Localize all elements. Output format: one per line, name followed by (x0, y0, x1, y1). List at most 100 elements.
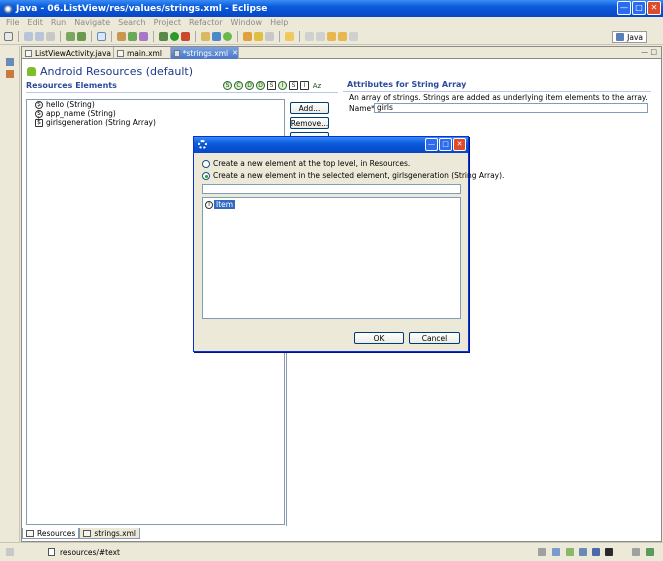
android-sdk-icon[interactable] (66, 32, 75, 41)
tab-strings-xml-source[interactable]: strings.xml (79, 528, 140, 539)
menu-refactor[interactable]: Refactor (189, 17, 223, 29)
annotation-icon[interactable] (285, 32, 294, 41)
maximize-button[interactable]: □ (632, 1, 646, 15)
android-icon (27, 67, 36, 76)
toolbar-separator (153, 31, 154, 42)
device-icon[interactable] (552, 548, 560, 556)
menu-file[interactable]: File (6, 17, 19, 29)
open-task-icon[interactable] (212, 32, 221, 41)
window-controls: — □ ✕ (617, 1, 661, 15)
restore-view-icon[interactable] (6, 58, 14, 66)
tree-item-app-name[interactable]: S app_name (String) (35, 109, 116, 118)
prev-annotation-icon[interactable] (316, 32, 325, 41)
resources-page-icon (26, 529, 34, 537)
pencil-icon[interactable] (265, 32, 274, 41)
next-annotation-icon[interactable] (305, 32, 314, 41)
pin-icon[interactable] (632, 548, 640, 556)
highlight-icon[interactable] (254, 32, 263, 41)
new-icon[interactable] (4, 32, 13, 41)
external-tools-icon[interactable] (181, 32, 190, 41)
new-class-icon[interactable] (128, 32, 137, 41)
save-icon[interactable] (24, 32, 33, 41)
drawable-filter-icon[interactable]: D (256, 81, 265, 90)
radio-button[interactable] (202, 159, 210, 168)
ok-button[interactable]: OK (354, 332, 404, 344)
perspective-switcher[interactable]: Java (612, 31, 647, 43)
debug-icon[interactable] (159, 32, 168, 41)
sdk-manager-icon[interactable] (579, 548, 587, 556)
item-filter-icon[interactable]: I (278, 81, 287, 90)
open-type-icon[interactable] (201, 32, 210, 41)
list-item-item[interactable]: I Item (205, 200, 236, 209)
menu-navigate[interactable]: Navigate (74, 17, 110, 29)
menu-project[interactable]: Project (154, 17, 181, 29)
emulator-icon[interactable] (566, 548, 574, 556)
toolbar-separator (195, 31, 196, 42)
terminal-icon[interactable] (605, 548, 613, 556)
form-header: Android Resources (default) (27, 65, 193, 78)
cancel-button[interactable]: Cancel (409, 332, 460, 344)
checkbox-icon[interactable] (97, 32, 106, 41)
dialog-maximize-button[interactable]: □ (439, 138, 452, 151)
string-icon: S (35, 100, 43, 109)
string-array-filter-icon[interactable]: S (289, 81, 298, 90)
android-avd-icon[interactable] (77, 32, 86, 41)
tab-main-xml[interactable]: main.xml (114, 47, 171, 59)
option-top-level[interactable]: Create a new element at the top level, i… (202, 159, 410, 168)
package-explorer-icon[interactable] (6, 70, 14, 78)
tab-label: strings.xml (94, 528, 136, 538)
toolbar-separator (299, 31, 300, 42)
string-filter-icon[interactable]: S (223, 81, 232, 90)
color-filter-icon[interactable]: C (234, 81, 243, 90)
radio-button-selected[interactable] (202, 171, 210, 180)
run-icon[interactable] (170, 32, 179, 41)
section-divider (26, 92, 338, 93)
last-edit-icon[interactable] (327, 32, 336, 41)
style-filter-icon[interactable]: S (267, 81, 276, 90)
close-tab-icon[interactable]: ✕ (232, 49, 238, 57)
new-interface-icon[interactable] (139, 32, 148, 41)
minimize-button[interactable]: — (617, 1, 631, 15)
tree-item-girlsgeneration[interactable]: S girlsgeneration (String Array) (35, 118, 156, 127)
editor-page-tabs: Resources strings.xml (22, 528, 140, 539)
new-package-icon[interactable] (117, 32, 126, 41)
tab-resources[interactable]: Resources (22, 528, 80, 539)
filter-input[interactable] (202, 184, 461, 194)
dialog-window-controls: — □ ✕ (425, 138, 466, 151)
status-tool-icon[interactable] (538, 548, 546, 556)
menu-window[interactable]: Window (231, 17, 263, 29)
menu-search[interactable]: Search (118, 17, 145, 29)
menu-edit[interactable]: Edit (27, 17, 43, 29)
gear-icon (198, 140, 207, 149)
tab-listviewactivity[interactable]: ListViewActivity.java (22, 47, 114, 59)
tree-item-label: girlsgeneration (String Array) (46, 118, 156, 127)
text-node-icon (48, 548, 55, 556)
tree-item-hello[interactable]: S hello (String) (35, 100, 95, 109)
search-icon[interactable] (223, 32, 232, 41)
dimension-filter-icon[interactable]: D (245, 81, 254, 90)
add-button[interactable]: Add... (290, 102, 329, 114)
remove-button[interactable]: Remove... (290, 117, 329, 129)
minimize-maximize-icon[interactable]: — □ (641, 48, 657, 56)
menu-help[interactable]: Help (270, 17, 288, 29)
progress-icon[interactable] (646, 548, 654, 556)
option-selected-element[interactable]: Create a new element in the selected ele… (202, 171, 504, 180)
tab-strings-xml[interactable]: *strings.xml ✕ (171, 47, 239, 59)
xml-source-icon (83, 529, 92, 537)
close-button[interactable]: ✕ (647, 1, 661, 15)
menu-run[interactable]: Run (51, 17, 66, 29)
print-icon[interactable] (46, 32, 55, 41)
integer-array-filter-icon[interactable]: I (300, 81, 309, 90)
toolbar-separator (60, 31, 61, 42)
forward-icon[interactable] (349, 32, 358, 41)
fast-view-icon[interactable] (6, 548, 14, 556)
dialog-minimize-button[interactable]: — (425, 138, 438, 151)
name-input[interactable]: girls (374, 103, 648, 113)
save-all-icon[interactable] (35, 32, 44, 41)
back-icon[interactable] (338, 32, 347, 41)
open-folder-icon[interactable] (243, 32, 252, 41)
element-type-list[interactable]: I Item (202, 197, 461, 319)
monitor-icon[interactable] (592, 548, 600, 556)
dialog-close-button[interactable]: ✕ (453, 138, 466, 151)
sort-alphabetical-icon[interactable]: Az (311, 81, 323, 90)
